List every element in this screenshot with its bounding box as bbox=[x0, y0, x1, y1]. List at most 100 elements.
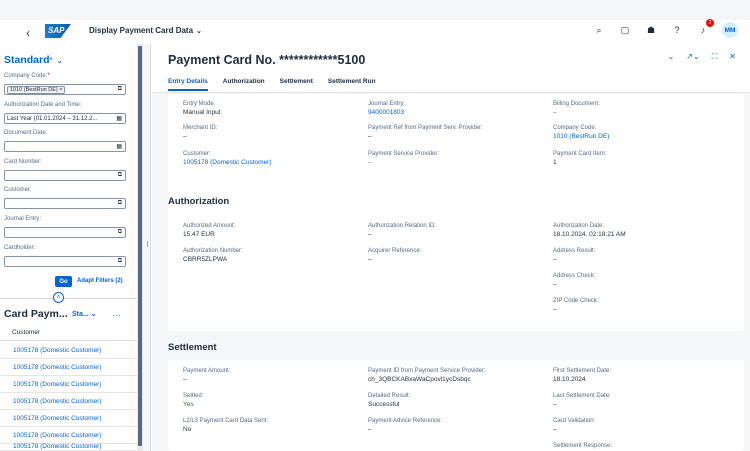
chevron-down-icon: ⌄ bbox=[196, 28, 202, 35]
table-row[interactable]: 1005178 (Domestic Customer) bbox=[0, 359, 137, 376]
field-value: – bbox=[553, 109, 557, 116]
filter-panel: Standard* ⌄ Company Code:* 1010 (BestRun… bbox=[0, 44, 137, 451]
value-help-icon[interactable]: ⧉ bbox=[118, 229, 122, 236]
field-value: – bbox=[553, 281, 557, 288]
field-value: Yes bbox=[183, 401, 194, 408]
variant-selector[interactable]: Standard* ⌄ bbox=[4, 54, 62, 66]
value-help-icon[interactable]: ⧉ bbox=[118, 200, 122, 207]
field-label: Payment Advice Reference: bbox=[368, 418, 443, 424]
field-label: Journal Entry: bbox=[368, 101, 406, 107]
field-settled: Settled: Yes bbox=[183, 393, 203, 408]
tab-entry-details[interactable]: Entry Details bbox=[168, 78, 208, 91]
label-text: Company Code: bbox=[4, 73, 48, 79]
tab-bar: Entry Details Authorization Settlement S… bbox=[168, 78, 376, 91]
go-button[interactable]: Go bbox=[55, 276, 72, 287]
column-header-customer[interactable]: Customer bbox=[0, 324, 137, 341]
field-authorization-relation-id: Authorization Relation ID: – bbox=[368, 223, 436, 238]
collapse-header-icon[interactable]: ˄ bbox=[53, 292, 64, 303]
field-customer: Customer: 1005178 (Domestic Customer) bbox=[183, 151, 272, 166]
share-icon[interactable]: ↗⌄ bbox=[686, 52, 699, 62]
sap-logo[interactable]: SAP bbox=[45, 24, 71, 38]
field-value: 15.47 EUR bbox=[183, 231, 215, 238]
auth-date-value: Last Year (01.01.2024 – 31.12.2... bbox=[7, 115, 98, 122]
field-value: – bbox=[553, 426, 557, 433]
customer-link[interactable]: 1005178 (Domestic Customer) bbox=[183, 159, 272, 166]
browser-top-strip bbox=[0, 0, 750, 20]
card-number-input[interactable]: ⧉ bbox=[4, 170, 126, 181]
calendar-icon[interactable]: ▦ bbox=[116, 115, 122, 122]
shell-bar: ‹ SAP Display Payment Card Data ⌄ ⌕ ▢ ☗ ?… bbox=[0, 19, 750, 44]
table-row[interactable]: 1005178 (Domestic Customer) bbox=[0, 342, 137, 359]
app-title[interactable]: Display Payment Card Data ⌄ bbox=[89, 26, 202, 35]
table-row[interactable]: 1005178 (Domestic Customer) bbox=[0, 376, 137, 393]
cardholder-input[interactable]: ⧉ bbox=[4, 256, 126, 267]
chevron-down-icon: ⌄ bbox=[90, 311, 97, 318]
entry-details-section: Entry Mode: Manual Input Journal Entry: 94… bbox=[168, 94, 744, 228]
auth-date-input[interactable]: Last Year (01.01.2024 – 31.12.2... ▦ bbox=[4, 113, 126, 124]
field-payment-service-provider: Payment Service Provider: – bbox=[368, 151, 439, 166]
fullscreen-icon[interactable]: ⛶ bbox=[712, 52, 718, 62]
avatar[interactable]: MM bbox=[722, 22, 738, 38]
field-label: Payment Service Provider: bbox=[368, 151, 440, 157]
field-address-check: Address Check: – bbox=[553, 273, 595, 288]
table-row[interactable]: 1005178 (Domestic Customer) bbox=[0, 393, 137, 410]
field-value: – bbox=[553, 401, 557, 408]
authorization-section: Authorized Amount: 15.47 EUR Authorizatio… bbox=[168, 214, 744, 331]
adapt-filters-button[interactable]: Adapt Filters (2) bbox=[77, 278, 123, 284]
required-marker: * bbox=[47, 73, 50, 79]
more-icon[interactable]: … bbox=[112, 308, 121, 318]
bell-icon[interactable]: ♪ 2 bbox=[696, 19, 714, 37]
search-icon[interactable]: ⌕ bbox=[592, 23, 606, 37]
field-payment-ref: Payment Ref from Payment Serv. Provider:… bbox=[368, 125, 483, 140]
field-value: 18.10.2024, 02:18:21 AM bbox=[553, 231, 626, 238]
field-label: Settlement Response: bbox=[553, 443, 613, 449]
chevron-down-icon: ⌄ bbox=[54, 58, 63, 65]
company-code-link[interactable]: 1010 (BestRun DE) bbox=[553, 133, 609, 140]
field-merchant-id: Merchant ID: – bbox=[183, 125, 217, 140]
value-help-icon[interactable]: ⧉ bbox=[118, 172, 122, 179]
close-icon[interactable]: ✕ bbox=[729, 52, 736, 62]
field-entry-mode: Entry Mode: Manual Input bbox=[183, 101, 221, 116]
customer-input[interactable]: ⧉ bbox=[4, 198, 126, 209]
back-arrow-icon[interactable]: ‹ bbox=[26, 26, 30, 40]
calendar-icon[interactable]: ▦ bbox=[116, 143, 122, 150]
company-code-token[interactable]: 1010 (BestRun DE) × bbox=[7, 85, 66, 94]
variant-dirty-marker: * bbox=[49, 56, 53, 65]
help-icon[interactable]: ? bbox=[670, 23, 684, 37]
field-value: ch_3QBCKABxaWaCpovl1ycDsbqc bbox=[368, 376, 471, 383]
field-acquirer-reference: Acquirer Reference: – bbox=[368, 248, 421, 263]
field-value: 1 bbox=[553, 159, 557, 166]
scrollbar-thumb[interactable] bbox=[138, 46, 142, 446]
field-label: Authorization Relation ID: bbox=[368, 223, 437, 229]
table-row[interactable]: 1005178 (Domestic Customer) bbox=[0, 410, 137, 427]
field-authorization-date: Authorization Date: 18.10.2024, 02:18:21 … bbox=[553, 223, 626, 238]
company-code-input[interactable]: 1010 (BestRun DE) × ⧉ bbox=[4, 84, 126, 95]
document-date-input[interactable]: ▦ bbox=[4, 141, 126, 152]
settlement-section-title: Settlement bbox=[168, 342, 217, 353]
settlement-section: Payment Amount: – Payment ID from Payment… bbox=[168, 360, 744, 451]
table-row[interactable]: 1005178 (Domestic Customer) bbox=[0, 438, 137, 451]
value-help-icon[interactable]: ⧉ bbox=[118, 86, 122, 93]
table-variant-text: Sta... bbox=[72, 311, 89, 318]
field-company-code: Company Code: 1010 (BestRun DE) bbox=[553, 125, 609, 140]
tab-settlement[interactable]: Settlement bbox=[280, 78, 313, 91]
field-billing-document: Billing Document: – bbox=[553, 101, 600, 116]
drag-handle-icon[interactable]: ⠇ bbox=[146, 242, 151, 249]
tab-settlement-run[interactable]: Settlement Run bbox=[328, 78, 376, 91]
journal-entry-link[interactable]: 9400001803 bbox=[368, 109, 405, 116]
object-page: Payment Card No. ************5100 ⌄ ↗⌄ ⛶… bbox=[152, 44, 750, 451]
tab-authorization[interactable]: Authorization bbox=[223, 78, 265, 91]
field-value: – bbox=[183, 376, 187, 383]
object-title: Payment Card No. ************5100 bbox=[168, 53, 366, 67]
field-journal-entry: Journal Entry: 9400001803 bbox=[368, 101, 405, 116]
field-l2l3-data-sent: L2/L3 Payment Card Data Sent: No bbox=[183, 418, 268, 433]
field-label: Settled: bbox=[183, 393, 204, 399]
headset-icon[interactable]: ☗ bbox=[644, 23, 658, 37]
field-value: – bbox=[368, 159, 372, 166]
field-label: Address Check: bbox=[553, 273, 596, 279]
chat-icon[interactable]: ▢ bbox=[618, 23, 632, 37]
table-variant-selector[interactable]: Sta... ⌄ bbox=[72, 310, 97, 318]
chevron-down-icon[interactable]: ⌄ bbox=[668, 52, 675, 62]
journal-entry-input[interactable]: ⧉ bbox=[4, 227, 126, 238]
value-help-icon[interactable]: ⧉ bbox=[118, 258, 122, 265]
